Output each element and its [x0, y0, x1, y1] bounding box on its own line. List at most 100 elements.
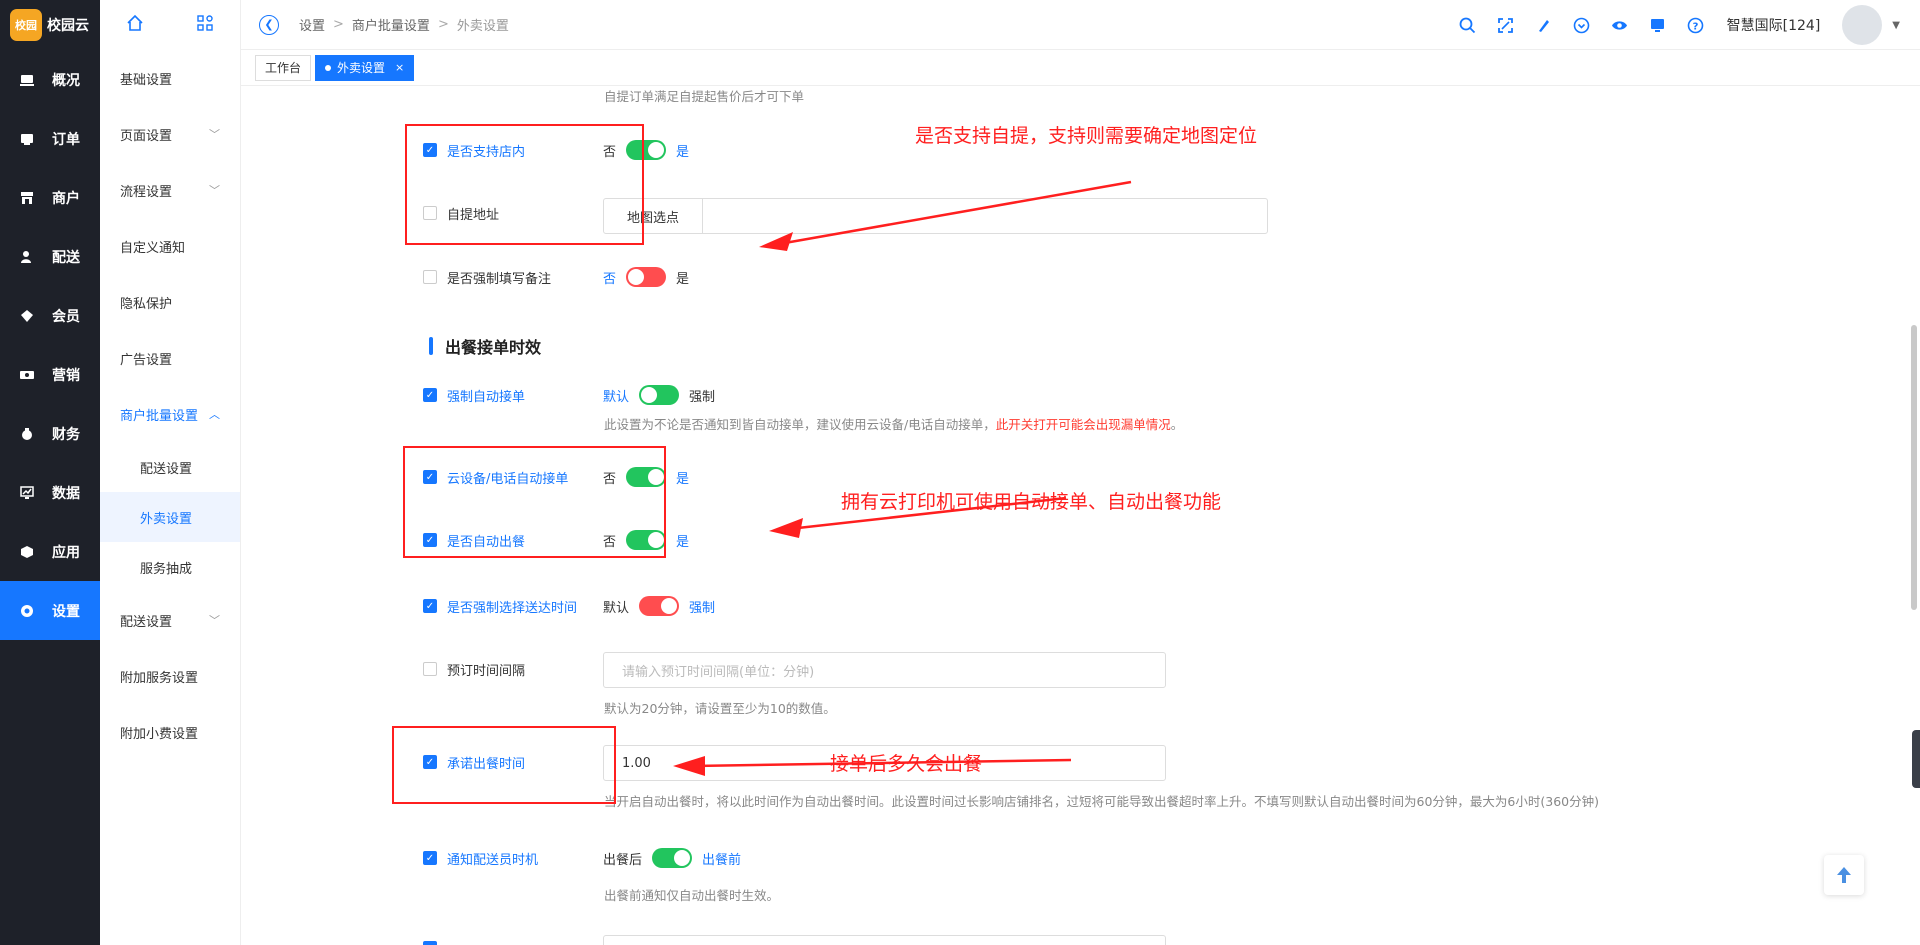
checkbox-checked[interactable]: ✓: [423, 851, 437, 865]
toggle-knob: [674, 850, 691, 866]
label-text: 是否强制填写备注: [447, 271, 552, 287]
nav-item-marketing[interactable]: 营销: [0, 345, 100, 404]
label-text: 预订时间间隔: [447, 663, 526, 679]
submenu-basic[interactable]: 基础设置: [100, 50, 240, 106]
toggle-force-remark[interactable]: [626, 267, 667, 287]
nav-item-settings[interactable]: 设置: [0, 581, 100, 640]
search-icon[interactable]: [1459, 16, 1477, 34]
setting-label[interactable]: ✓ 强制自动接单: [423, 386, 603, 405]
back-to-top-button[interactable]: [1824, 855, 1864, 895]
submenu-ads[interactable]: 广告设置: [100, 330, 240, 386]
setting-label[interactable]: 预订时间间隔: [423, 660, 603, 679]
helper-text-end: 。: [1170, 417, 1184, 432]
theme-icon[interactable]: [1535, 16, 1553, 34]
tab-takeout-settings[interactable]: 外卖设置 ×: [315, 54, 415, 81]
back-icon[interactable]: ❮: [259, 14, 279, 35]
avatar[interactable]: [1842, 5, 1883, 45]
toggle-knob: [661, 598, 678, 614]
checkbox-checked[interactable]: [423, 941, 437, 945]
fullscreen-icon[interactable]: [1497, 16, 1515, 34]
dropdown-circle-icon[interactable]: [1573, 16, 1591, 34]
nav-item-delivery[interactable]: 配送: [0, 227, 100, 286]
submenu-child-delivery[interactable]: 配送设置: [100, 442, 240, 492]
nav-item-overview[interactable]: 概况: [0, 50, 100, 109]
username[interactable]: 智慧国际[124]: [1727, 15, 1821, 35]
submenu-child-commission[interactable]: 服务抽成: [100, 542, 240, 592]
toggle-force-delivery-time[interactable]: [639, 596, 680, 616]
option-on: 出餐前: [702, 852, 742, 868]
option-on: 强制: [689, 389, 716, 405]
eye-icon[interactable]: [1611, 16, 1629, 34]
logo-badge: 校园: [10, 9, 42, 41]
member-icon: [20, 309, 34, 323]
submenu-label: 广告设置: [120, 352, 173, 368]
order-icon: [20, 132, 34, 146]
setting-row-force-delivery-time: ✓ 是否强制选择送达时间 默认 强制: [423, 596, 715, 616]
submenu-label: 基础设置: [120, 72, 173, 88]
app-icon: [20, 545, 34, 559]
checkbox-checked[interactable]: ✓: [423, 599, 437, 613]
nav-item-app[interactable]: 应用: [0, 522, 100, 581]
grid-settings-icon[interactable]: [196, 14, 214, 36]
setting-label[interactable]: ✓ 通知配送员时机: [423, 849, 603, 868]
annotation-box: [403, 446, 666, 558]
nav-item-order[interactable]: 订单: [0, 109, 100, 168]
side-widget[interactable]: [1912, 730, 1920, 788]
nav-item-member[interactable]: 会员: [0, 286, 100, 345]
submenu-child-takeout[interactable]: 外卖设置: [100, 492, 240, 542]
submenu-custom-notify[interactable]: 自定义通知: [100, 218, 240, 274]
header-actions: ? 智慧国际[124] ▼: [1439, 0, 1900, 50]
delivery-icon: [20, 250, 34, 264]
breadcrumb-item[interactable]: 设置: [299, 15, 325, 34]
checkbox-unchecked[interactable]: [423, 662, 437, 676]
caret-down-icon[interactable]: ▼: [1892, 20, 1900, 31]
breadcrumb-separator: >: [437, 17, 449, 32]
vertical-scrollbar[interactable]: [1911, 325, 1917, 610]
annotation-note: 接单后多久会出餐: [830, 753, 983, 775]
toggle-notify-rider[interactable]: [652, 848, 693, 868]
nav-label: 设置: [52, 603, 80, 620]
next-field-input[interactable]: [603, 935, 1166, 945]
submenu-privacy[interactable]: 隐私保护: [100, 274, 240, 330]
breadcrumb-item[interactable]: 商户批量设置: [352, 15, 430, 34]
submenu-delivery-settings[interactable]: 配送设置 ﹀: [100, 592, 240, 648]
help-icon[interactable]: ?: [1687, 16, 1705, 34]
svg-text:?: ?: [1693, 21, 1699, 32]
monitor-icon[interactable]: [1649, 16, 1667, 34]
option-on: 是: [676, 271, 690, 287]
submenu-label: 隐私保护: [120, 296, 173, 312]
option-on: 是: [676, 471, 690, 487]
label-text: 是否强制选择送达时间: [447, 600, 578, 616]
tab-workbench[interactable]: 工作台: [255, 54, 312, 81]
nav-label: 商户: [52, 190, 80, 207]
home-icon[interactable]: [126, 14, 144, 36]
reserve-interval-input[interactable]: 请输入预订时间间隔(单位：分钟): [603, 652, 1166, 688]
tab-bar: 工作台 外卖设置 ×: [241, 50, 1920, 86]
setting-row-force-remark: 是否强制填写备注 否 是: [423, 267, 689, 287]
toggle-knob: [628, 269, 645, 285]
breadcrumb: 设置 > 商户批量设置 > 外卖设置: [299, 15, 509, 34]
submenu-extra-service[interactable]: 附加服务设置: [100, 648, 240, 704]
data-icon: [20, 485, 34, 500]
setting-label[interactable]: 是否强制填写备注: [423, 268, 603, 287]
submenu-label: 配送设置: [140, 461, 193, 477]
submenu-label: 附加服务设置: [120, 670, 199, 686]
checkbox-unchecked[interactable]: [423, 270, 437, 284]
nav-label: 概况: [52, 72, 80, 89]
nav-item-shop[interactable]: 商户: [0, 168, 100, 227]
submenu-label: 附加小费设置: [120, 726, 199, 742]
logo[interactable]: 校园 校园云: [0, 0, 100, 50]
checkbox-checked[interactable]: ✓: [423, 388, 437, 402]
toggle-force-auto-accept[interactable]: [639, 385, 680, 405]
submenu-flow[interactable]: 流程设置 ﹀: [100, 162, 240, 218]
submenu-page[interactable]: 页面设置 ﹀: [100, 106, 240, 162]
section-title-text: 出餐接单时效: [445, 338, 542, 357]
submenu-extra-tip[interactable]: 附加小费设置: [100, 704, 240, 760]
submenu-merchant-batch[interactable]: 商户批量设置 ︿: [100, 386, 240, 442]
nav-item-data[interactable]: 数据: [0, 463, 100, 522]
label-text: 强制自动接单: [447, 389, 526, 405]
close-icon[interactable]: ×: [395, 61, 404, 74]
nav-item-finance[interactable]: 财务: [0, 404, 100, 463]
setting-label[interactable]: ✓ 是否强制选择送达时间: [423, 597, 603, 616]
submenu-label: 流程设置: [120, 184, 173, 200]
